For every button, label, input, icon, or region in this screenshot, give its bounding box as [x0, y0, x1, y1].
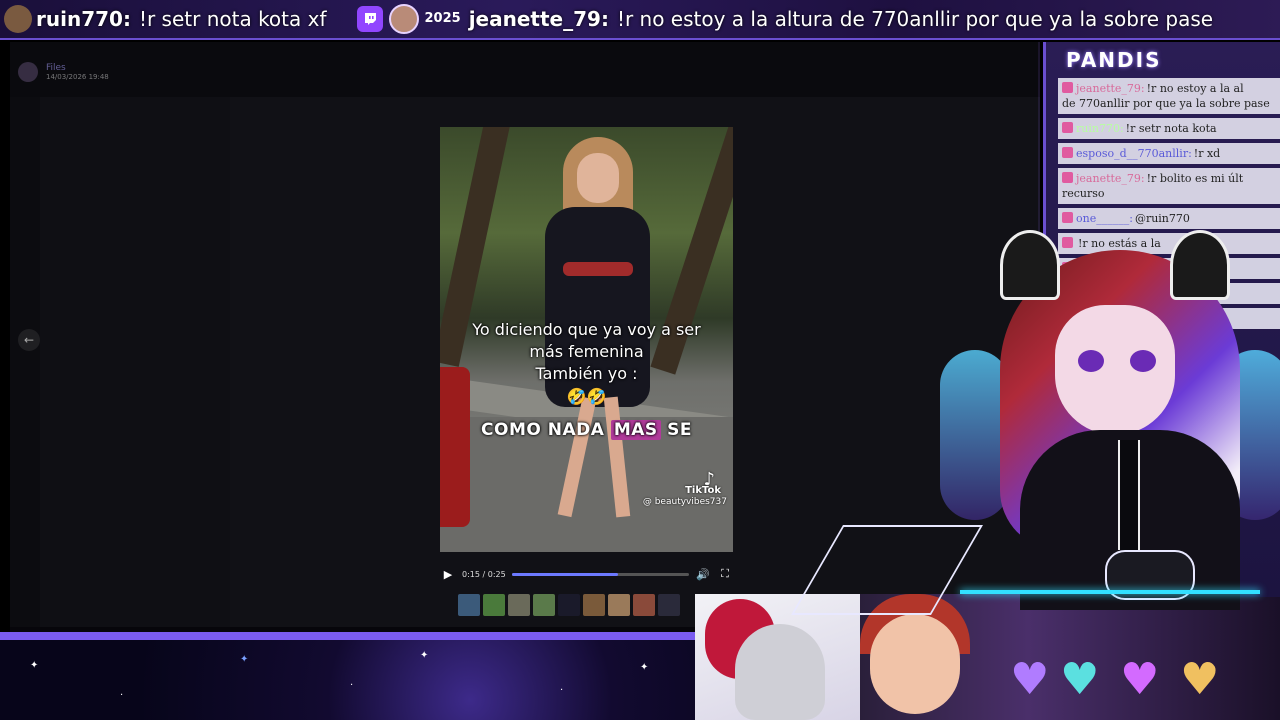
heart-icon: ♥	[1180, 654, 1220, 705]
avatar	[18, 62, 38, 82]
channel-list	[40, 97, 230, 627]
progress-fill	[511, 572, 619, 576]
year-badge: 2025	[424, 11, 461, 26]
chat-text: !r setr nota kota	[1125, 122, 1217, 135]
file-date: 14/03/2026 19:48	[46, 73, 109, 81]
thumbnail[interactable]	[533, 594, 555, 616]
vtuber-avatar	[791, 210, 1280, 615]
chat-username[interactable]: esposo_d__770anllir:	[1076, 147, 1192, 160]
volume-icon[interactable]: 🔊	[695, 566, 711, 582]
tiktok-watermark: ♪ TikTok @ beautyvibes737	[642, 469, 727, 508]
video-time: 0:15 / 0:25	[462, 569, 506, 579]
heart-icon: ♥	[1120, 654, 1160, 705]
server-list	[10, 97, 40, 627]
progress-bar[interactable]	[511, 572, 689, 576]
chat-text: !r no estoy a la al	[1146, 82, 1244, 95]
tiktok-icon: ♪	[703, 469, 716, 490]
laughing-emoji-icon: 🤣🤣	[566, 387, 607, 406]
chat-username[interactable]: ruin770:	[1076, 122, 1124, 135]
back-arrow-icon[interactable]: ←	[18, 329, 40, 351]
thumbnail[interactable]	[633, 594, 655, 616]
thumbnail[interactable]	[608, 594, 630, 616]
chat-username[interactable]: jeanette_79:	[1076, 82, 1145, 95]
ear	[1000, 230, 1060, 300]
thumbnail[interactable]	[658, 594, 680, 616]
badge-icon	[1062, 122, 1073, 133]
badge-icon	[1062, 172, 1073, 183]
badge-icon	[1062, 147, 1073, 158]
ticker-username: jeanette_79:	[468, 7, 609, 31]
thumbnail[interactable]	[583, 594, 605, 616]
video-caption: Yo diciendo que ya voy a ser más femenin…	[472, 320, 701, 383]
ticker-message: !r no estoy a la altura de 770anllir por…	[616, 7, 1214, 31]
chat-text: de 770anllir por que ya la sobre pase	[1062, 97, 1270, 110]
video-caption-bold: COMO NADA MAS SE	[481, 420, 692, 440]
ear	[1170, 230, 1230, 300]
twitch-icon	[356, 6, 383, 32]
thumbnail[interactable]	[483, 594, 505, 616]
discord-topbar	[10, 42, 1040, 97]
chat-text: !r xd	[1193, 147, 1221, 160]
chat-message: ruin770: !r setr nota kota	[1058, 118, 1280, 139]
chat-ticker: ruin770: !r setr nota kota xf 2025 jeane…	[0, 0, 1280, 40]
media-viewer-header: Files 14/03/2026 19:48	[18, 62, 109, 82]
user-avatar	[388, 4, 419, 34]
badge-icon	[1062, 82, 1073, 93]
heart-icon: ♥	[1060, 654, 1100, 705]
thumbnail[interactable]	[558, 594, 580, 616]
chat-message: jeanette_79: !r bolito es mi últ recurso	[1058, 168, 1280, 204]
chat-text: recurso	[1062, 187, 1105, 200]
video-controls: ▶ 0:15 / 0:25 🔊 ⛶	[440, 564, 733, 584]
user-avatar	[4, 5, 32, 33]
chat-username[interactable]: jeanette_79:	[1076, 172, 1145, 185]
thumbnail[interactable]	[508, 594, 530, 616]
chat-text: !r bolito es mi últ	[1146, 172, 1244, 185]
ticker-message: !r setr nota kota xf	[138, 7, 327, 31]
ticker-username: ruin770:	[36, 7, 131, 31]
chat-message: esposo_d__770anllir: !r xd	[1058, 143, 1280, 164]
thumbnail-strip	[458, 594, 680, 616]
chat-title: PANDIS	[1066, 48, 1162, 72]
play-icon[interactable]: ▶	[440, 566, 456, 582]
fullscreen-icon[interactable]: ⛶	[717, 566, 733, 582]
overlay-bottom-bar: ✦ · ✦ · ✦ · ✦	[0, 632, 695, 720]
chat-message: jeanette_79: !r no estoy a la al de 770anl…	[1058, 78, 1280, 114]
neon-line	[960, 590, 1260, 594]
video-player[interactable]: Yo diciendo que ya voy a ser más femenin…	[440, 127, 733, 552]
thumbnail[interactable]	[458, 594, 480, 616]
file-name: Files	[46, 63, 66, 73]
heart-icon: ♥	[1010, 654, 1050, 705]
